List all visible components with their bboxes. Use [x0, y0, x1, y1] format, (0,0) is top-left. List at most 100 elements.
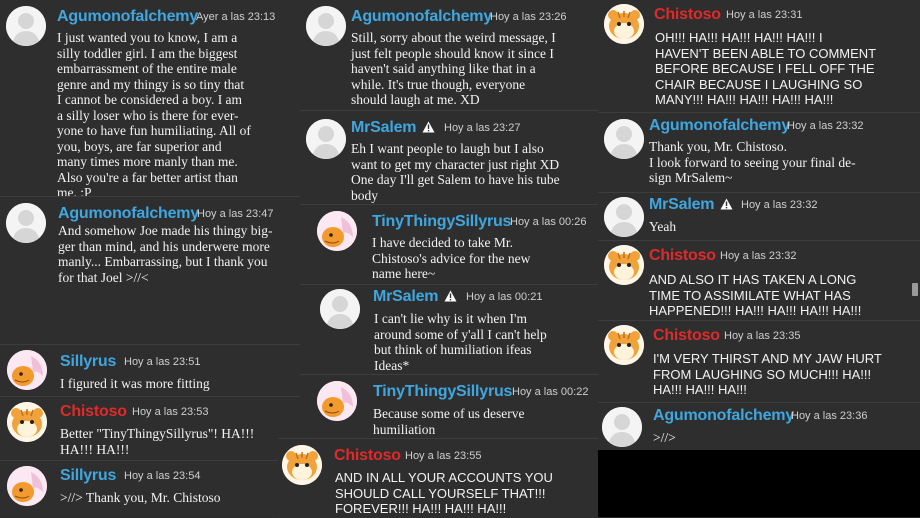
chat-message: TinyThingySillyrus Hoy a las 00:26 I hav… [300, 204, 598, 287]
dragon-avatar-icon [7, 466, 47, 506]
hamster-avatar-icon [7, 402, 47, 442]
message-text: I have decided to take Mr. Chistoso's ad… [372, 235, 531, 281]
chat-message: MrSalem Hoy a las 23:32 Yeah [598, 192, 920, 241]
message-text: >//> [653, 430, 676, 445]
timestamp: Ayer a las 23:13 [196, 11, 276, 23]
person-silhouette-icon [306, 6, 346, 46]
person-silhouette-icon [320, 289, 360, 329]
username[interactable]: Agumonofalchemy [653, 407, 794, 425]
chat-message: MrSalem Hoy a las 00:21 I can't lie why … [300, 284, 598, 377]
message-text: Still, sorry about the weird message, I … [351, 30, 556, 107]
username[interactable]: MrSalem [351, 119, 435, 137]
username[interactable]: Chistoso [334, 447, 401, 465]
username[interactable]: Agumonofalchemy [58, 205, 199, 223]
username[interactable]: Agumonofalchemy [649, 117, 790, 135]
chat-message: Agumonofalchemy Hoy a las 23:36 >//> [598, 402, 920, 451]
warning-triangle-icon [422, 121, 435, 133]
avatar-chistoso[interactable] [604, 245, 644, 285]
person-silhouette-icon [306, 119, 346, 159]
timestamp: Hoy a las 23:53 [132, 406, 209, 418]
avatar-sillyrus[interactable] [7, 350, 47, 390]
warning-triangle-icon [444, 290, 457, 302]
timestamp: Hoy a las 23:51 [124, 356, 201, 368]
chat-column-3: Chistoso Hoy a las 23:31 OH!!! HA!!! HA!… [598, 0, 920, 517]
avatar-chistoso[interactable] [7, 402, 47, 442]
avatar-tinythingysillyrus[interactable] [317, 211, 357, 251]
timestamp: Hoy a las 23:32 [720, 250, 797, 262]
message-text: Because some of us deserve humiliation [373, 406, 525, 437]
username[interactable]: MrSalem [373, 288, 457, 306]
timestamp: Hoy a las 23:27 [444, 122, 521, 134]
message-text: And somehow Joe made his thingy big- ger… [58, 223, 273, 285]
avatar-agumonofalchemy[interactable] [6, 203, 46, 243]
username[interactable]: Agumonofalchemy [57, 8, 198, 26]
warning-triangle-icon [720, 198, 733, 210]
dragon-avatar-icon [317, 381, 357, 421]
chat-message: Sillyrus Hoy a las 23:51 I figured it wa… [0, 344, 310, 397]
message-text: I can't lie why is it when I'm around so… [374, 311, 547, 373]
message-text: Yeah [649, 219, 677, 234]
avatar-tinythingysillyrus[interactable] [317, 381, 357, 421]
chat-message: Chistoso Hoy a las 23:55 AND IN ALL YOUR… [278, 438, 598, 518]
message-text: >//> Thank you, Mr. Chistoso [60, 490, 221, 505]
timestamp: Hoy a las 23:47 [197, 208, 274, 220]
timestamp: Hoy a las 23:55 [405, 450, 482, 462]
person-silhouette-icon [602, 407, 642, 447]
timestamp: Hoy a las 23:32 [787, 120, 864, 132]
avatar-chistoso[interactable] [604, 325, 644, 365]
username[interactable]: Chistoso [653, 327, 720, 345]
username[interactable]: Chistoso [649, 247, 716, 265]
message-text: Thank you, Mr. Chistoso. I look forward … [649, 139, 856, 185]
scrollbar-thumb[interactable] [912, 283, 918, 296]
message-text: I figured it was more fitting [60, 376, 210, 391]
avatar-mrsalem[interactable] [306, 119, 346, 159]
chat-message: Sillyrus Hoy a las 23:54 >//> Thank you,… [0, 460, 310, 517]
chat-message: MrSalem Hoy a las 23:27 Eh I want people… [300, 110, 598, 209]
chat-column-1: Agumonofalchemy Ayer a las 23:13 I just … [0, 0, 310, 517]
person-silhouette-icon [604, 119, 644, 159]
message-text: OH!!! HA!!! HA!!! HA!!! HA!!! I HAVEN'T … [655, 30, 877, 107]
timestamp: Hoy a las 00:21 [466, 291, 543, 303]
avatar-mrsalem[interactable] [320, 289, 360, 329]
chat-message: Chistoso Hoy a las 23:32 AND ALSO IT HAS… [598, 240, 920, 319]
avatar-mrsalem[interactable] [604, 197, 644, 237]
chat-message: Agumonofalchemy Hoy a las 23:47 And some… [0, 196, 310, 345]
avatar-chistoso[interactable] [282, 445, 322, 485]
username[interactable]: Agumonofalchemy [351, 8, 492, 26]
person-silhouette-icon [6, 6, 46, 46]
message-text: I'M VERY THIRST AND MY JAW HURT FROM LAU… [653, 351, 882, 397]
avatar-chistoso[interactable] [604, 4, 644, 44]
chat-message: Chistoso Hoy a las 23:35 I'M VERY THIRST… [598, 320, 920, 403]
message-text: Eh I want people to laugh but I also wan… [351, 141, 560, 203]
username[interactable]: Sillyrus [60, 467, 116, 485]
chat-message: Chistoso Hoy a las 23:31 OH!!! HA!!! HA!… [598, 0, 920, 112]
timestamp: Hoy a las 23:36 [791, 410, 868, 422]
person-silhouette-icon [604, 197, 644, 237]
timestamp: Hoy a las 00:26 [510, 216, 587, 228]
message-text: AND IN ALL YOUR ACCOUNTS YOU SHOULD CALL… [335, 470, 553, 516]
chat-message: Agumonofalchemy Hoy a las 23:32 Thank yo… [598, 112, 920, 193]
person-silhouette-icon [6, 203, 46, 243]
dragon-avatar-icon [7, 350, 47, 390]
message-text: AND ALSO IT HAS TAKEN A LONG TIME TO ASS… [649, 272, 862, 318]
username[interactable]: Sillyrus [60, 353, 116, 371]
username[interactable]: Chistoso [654, 6, 721, 24]
username[interactable]: MrSalem [649, 196, 733, 214]
hamster-avatar-icon [604, 245, 644, 285]
avatar-sillyrus[interactable] [7, 466, 47, 506]
hamster-avatar-icon [282, 445, 322, 485]
dragon-avatar-icon [317, 211, 357, 251]
timestamp: Hoy a las 23:26 [490, 11, 567, 23]
avatar-agumonofalchemy[interactable] [604, 119, 644, 159]
hamster-avatar-icon [604, 4, 644, 44]
username[interactable]: TinyThingySillyrus [373, 383, 512, 401]
username[interactable]: Chistoso [60, 403, 127, 421]
avatar-agumonofalchemy[interactable] [6, 6, 46, 46]
timestamp: Hoy a las 00:22 [512, 386, 589, 398]
timestamp: Hoy a las 23:32 [741, 199, 818, 211]
avatar-agumonofalchemy[interactable] [306, 6, 346, 46]
avatar-agumonofalchemy[interactable] [602, 407, 642, 447]
username[interactable]: TinyThingySillyrus [372, 213, 511, 231]
message-text: I just wanted you to know, I am a silly … [57, 30, 251, 196]
timestamp: Hoy a las 23:54 [124, 470, 201, 482]
